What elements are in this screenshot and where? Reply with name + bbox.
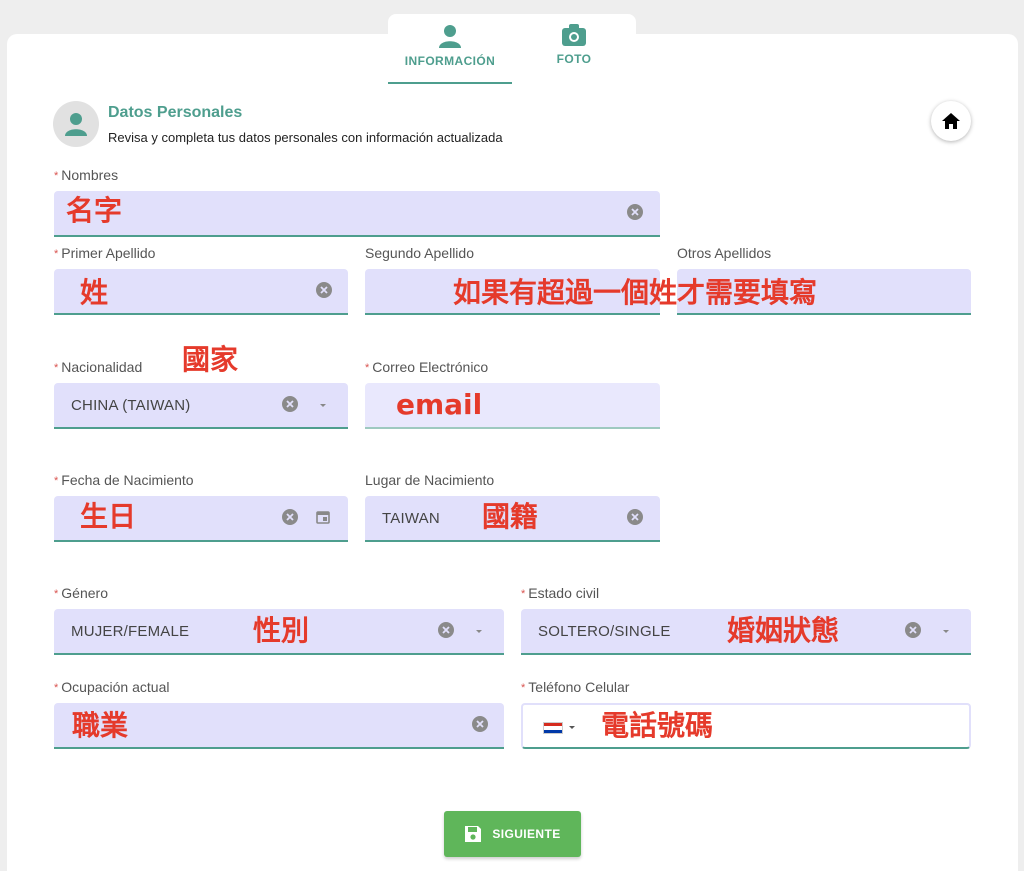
required-mark: * [54, 475, 59, 487]
tab-informacion-label: INFORMACIÓN [404, 54, 496, 68]
required-mark: * [54, 362, 59, 374]
annotation-genero: 性別 [253, 614, 310, 647]
siguiente-button[interactable]: SIGUIENTE [444, 811, 581, 857]
home-button[interactable] [931, 101, 971, 141]
annotation-primer-apellido: 姓 [80, 276, 109, 309]
annotation-lugar-nacimiento: 國籍 [482, 500, 539, 533]
genero-value: MUJER/FEMALE [71, 622, 190, 640]
camera-icon [562, 24, 586, 46]
ocupacion-label: * Ocupación actual [54, 679, 170, 695]
required-mark: * [365, 362, 370, 374]
required-mark: * [521, 682, 526, 694]
required-mark: * [54, 588, 59, 600]
nacionalidad-value: CHINA (TAIWAN) [71, 396, 191, 414]
tab-foto-label: FOTO [556, 52, 592, 66]
annotation-estado-civil: 婚姻狀態 [727, 614, 840, 647]
annotation-fecha-nacimiento: 生日 [80, 500, 137, 533]
tab-bar: INFORMACIÓN FOTO [388, 14, 636, 86]
annotation-ocupacion: 職業 [72, 709, 129, 742]
annotation-telefono: 電話號碼 [601, 709, 714, 742]
primer-apellido-label: * Primer Apellido [54, 245, 156, 261]
save-icon [465, 826, 482, 842]
nacionalidad-label: * Nacionalidad [54, 359, 143, 375]
nombres-input[interactable] [54, 191, 660, 237]
lugar-nacimiento-label: Lugar de Nacimiento [365, 472, 495, 488]
chevron-down-icon[interactable] [941, 626, 951, 636]
required-mark: * [521, 588, 526, 600]
segundo-apellido-label: Segundo Apellido [365, 245, 474, 261]
annotation-correo: email [396, 388, 483, 421]
calendar-icon[interactable] [315, 509, 331, 525]
person-icon [65, 113, 87, 136]
chevron-down-icon[interactable] [318, 400, 328, 410]
person-icon [439, 24, 461, 48]
telefono-input[interactable] [521, 703, 971, 749]
chevron-down-icon[interactable] [567, 722, 577, 732]
annotation-nombres: 名字 [66, 194, 123, 227]
paraguay-flag-icon[interactable] [543, 722, 563, 734]
clear-icon[interactable] [627, 509, 643, 525]
clear-icon[interactable] [282, 396, 298, 412]
clear-icon[interactable] [282, 509, 298, 525]
clear-icon[interactable] [472, 716, 488, 732]
annotation-nacionalidad: 國家 [182, 343, 239, 376]
clear-icon[interactable] [316, 282, 332, 298]
siguiente-label: SIGUIENTE [492, 827, 561, 841]
nombres-label: * Nombres [54, 167, 119, 183]
clear-icon[interactable] [438, 622, 454, 638]
annotation-segundo-apellido: 如果有超過一個姓才需要填寫 [453, 276, 818, 309]
otros-apellidos-label: Otros Apellidos [677, 245, 772, 261]
estado-civil-value: SOLTERO/SINGLE [538, 622, 671, 640]
clear-icon[interactable] [905, 622, 921, 638]
section-subtitle: Revisa y completa tus datos personales c… [108, 130, 503, 145]
clear-icon[interactable] [627, 204, 643, 220]
chevron-down-icon[interactable] [474, 626, 484, 636]
required-mark: * [54, 170, 59, 182]
required-mark: * [54, 682, 59, 694]
avatar [53, 101, 99, 147]
nacionalidad-select[interactable]: CHINA (TAIWAN) [54, 383, 348, 429]
required-mark: * [54, 248, 59, 260]
correo-label: * Correo Electrónico [365, 359, 489, 375]
estado-civil-label: * Estado civil [521, 585, 600, 601]
lugar-nacimiento-value: TAIWAN [382, 509, 440, 527]
fecha-nacimiento-label: * Fecha de Nacimiento [54, 472, 194, 488]
telefono-label: * Teléfono Celular [521, 679, 630, 695]
tab-informacion[interactable]: INFORMACIÓN [388, 14, 512, 84]
genero-label: * Género [54, 585, 108, 601]
section-title: Datos Personales [108, 104, 243, 121]
tab-foto[interactable]: FOTO [512, 14, 636, 84]
home-icon [942, 113, 960, 129]
